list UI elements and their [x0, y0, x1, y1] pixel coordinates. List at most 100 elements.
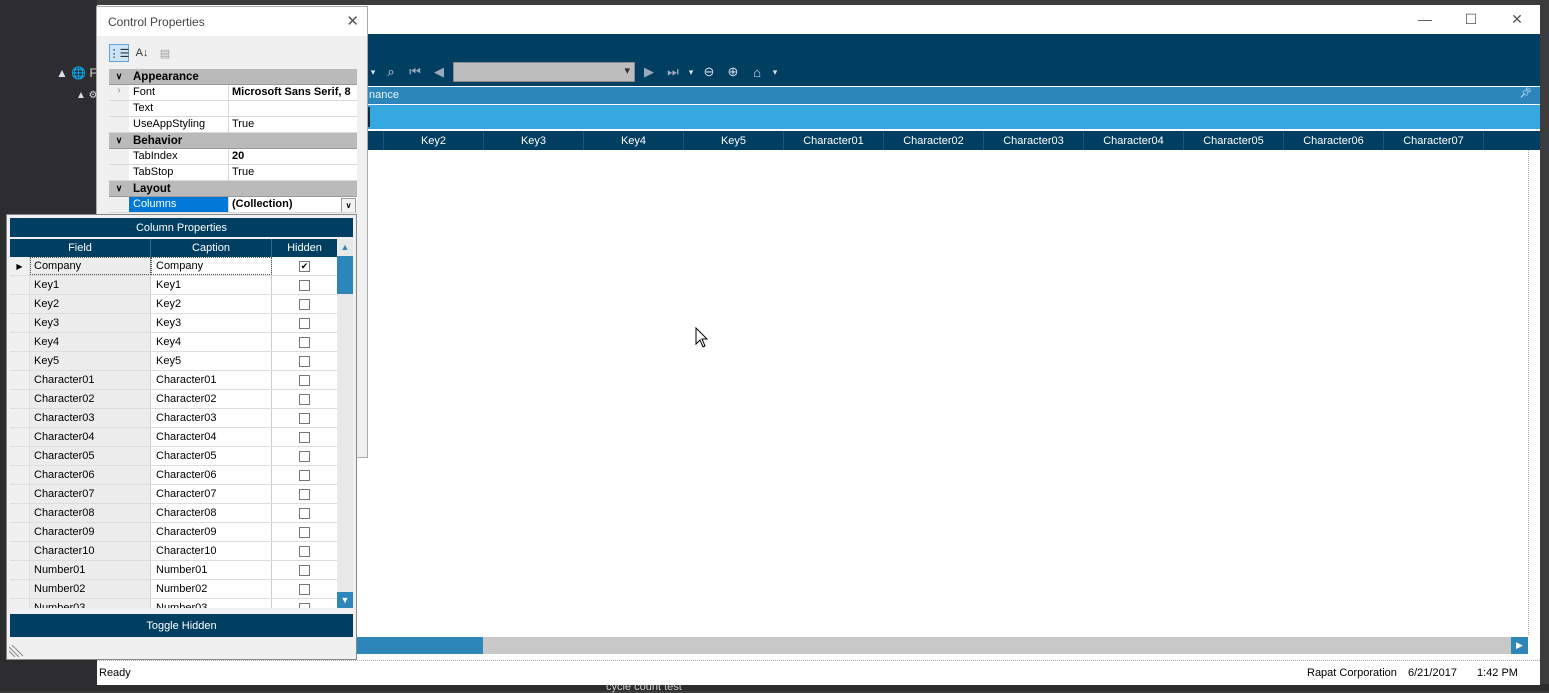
- property-value[interactable]: 20: [229, 149, 357, 164]
- field-cell[interactable]: Character03: [30, 409, 151, 427]
- hidden-checkbox[interactable]: [299, 355, 310, 367]
- caption-cell[interactable]: Character07: [151, 485, 272, 503]
- field-cell[interactable]: Number01: [30, 561, 151, 579]
- property-row[interactable]: TabIndex 20: [109, 149, 357, 165]
- field-cell[interactable]: Key1: [30, 276, 151, 294]
- scroll-down-icon[interactable]: ▼: [337, 592, 353, 608]
- home-icon[interactable]: ⌂: [747, 62, 767, 82]
- row-selector[interactable]: [10, 314, 30, 332]
- column-row[interactable]: Character04 Character04: [10, 428, 337, 447]
- column-row[interactable]: Key4 Key4: [10, 333, 337, 352]
- field-cell[interactable]: Character09: [30, 523, 151, 541]
- column-row[interactable]: Number02 Number02: [10, 580, 337, 599]
- field-cell[interactable]: Character04: [30, 428, 151, 446]
- property-category[interactable]: ∨ Behavior: [109, 133, 357, 149]
- grid-column-header[interactable]: Character05: [1184, 131, 1284, 150]
- dropdown-arrow-icon[interactable]: ▾: [369, 62, 377, 82]
- field-cell[interactable]: Number02: [30, 580, 151, 598]
- hidden-checkbox[interactable]: [299, 431, 310, 443]
- caption-cell[interactable]: Number03: [151, 599, 272, 608]
- caption-cell[interactable]: Character02: [151, 390, 272, 408]
- close-icon[interactable]: ✕: [346, 12, 359, 30]
- field-cell[interactable]: Character06: [30, 466, 151, 484]
- grid-column-header[interactable]: Character02: [884, 131, 984, 150]
- sort-alphabetical-icon[interactable]: A↓: [132, 44, 152, 62]
- row-selector[interactable]: [10, 504, 30, 522]
- caption-cell[interactable]: Key1: [151, 276, 272, 294]
- column-row[interactable]: Character02 Character02: [10, 390, 337, 409]
- field-cell[interactable]: Character01: [30, 371, 151, 389]
- hidden-checkbox[interactable]: [299, 602, 310, 608]
- resize-grip-icon[interactable]: [9, 645, 23, 657]
- ide-tree-item[interactable]: ▲ 🌐 F: [56, 66, 97, 80]
- previous-record-icon[interactable]: ◀: [429, 62, 449, 82]
- caption-cell[interactable]: Character09: [151, 523, 272, 541]
- caption-cell[interactable]: Character06: [151, 466, 272, 484]
- column-row[interactable]: Number03 Number03: [10, 599, 337, 608]
- hidden-checkbox[interactable]: [299, 507, 310, 519]
- caption-cell[interactable]: Key4: [151, 333, 272, 351]
- grid-column-header[interactable]: Key4: [584, 131, 684, 150]
- row-selector[interactable]: [10, 352, 30, 370]
- hidden-checkbox[interactable]: [299, 564, 310, 576]
- field-cell[interactable]: Character02: [30, 390, 151, 408]
- row-selector[interactable]: [10, 447, 30, 465]
- property-pages-icon[interactable]: ▤: [155, 44, 175, 62]
- hidden-checkbox[interactable]: [299, 583, 310, 595]
- dropdown-arrow-icon[interactable]: ▾: [771, 62, 779, 82]
- property-category[interactable]: ∨ Appearance: [109, 69, 357, 85]
- hidden-checkbox[interactable]: [299, 317, 310, 329]
- grid-column-header[interactable]: Key5: [684, 131, 784, 150]
- last-record-icon[interactable]: ⏭: [663, 62, 683, 82]
- field-cell[interactable]: Key4: [30, 333, 151, 351]
- hidden-checkbox[interactable]: [299, 488, 310, 500]
- caption-cell[interactable]: Number02: [151, 580, 272, 598]
- next-record-icon[interactable]: ▶: [639, 62, 659, 82]
- minimize-icon[interactable]: —: [1402, 5, 1448, 33]
- column-row[interactable]: Character08 Character08: [10, 504, 337, 523]
- scroll-right-icon[interactable]: ▶: [1511, 637, 1528, 654]
- hidden-checkbox[interactable]: [299, 374, 310, 386]
- row-selector[interactable]: [10, 561, 30, 579]
- row-selector[interactable]: [10, 466, 30, 484]
- column-row[interactable]: ▶ Company Company ✔: [10, 257, 337, 276]
- expand-icon[interactable]: ›: [109, 85, 129, 100]
- caption-cell[interactable]: Company: [151, 257, 272, 275]
- caption-cell[interactable]: Character04: [151, 428, 272, 446]
- pin-icon[interactable]: 📌︎: [1519, 88, 1532, 99]
- row-selector[interactable]: [10, 542, 30, 560]
- grid-column-header[interactable]: Character07: [1384, 131, 1484, 150]
- field-cell[interactable]: Key2: [30, 295, 151, 313]
- hidden-checkbox[interactable]: [299, 279, 310, 291]
- grid-column-header[interactable]: Character04: [1084, 131, 1184, 150]
- column-row[interactable]: Character09 Character09: [10, 523, 337, 542]
- column-row[interactable]: Key5 Key5: [10, 352, 337, 371]
- field-cell[interactable]: Key3: [30, 314, 151, 332]
- property-row[interactable]: Text: [109, 101, 357, 117]
- row-selector[interactable]: [10, 371, 30, 389]
- row-selector[interactable]: [10, 523, 30, 541]
- scroll-up-icon[interactable]: ▲: [337, 239, 353, 255]
- collapse-icon[interactable]: ∨: [109, 183, 129, 194]
- collapse-icon[interactable]: ∨: [109, 71, 129, 82]
- record-selector-combo[interactable]: [453, 62, 635, 82]
- property-row-selected[interactable]: Columns (Collection) ∨: [109, 197, 357, 213]
- row-selector[interactable]: [10, 390, 30, 408]
- row-selector[interactable]: [10, 276, 30, 294]
- field-cell[interactable]: Character10: [30, 542, 151, 560]
- caption-cell[interactable]: Character05: [151, 447, 272, 465]
- row-selector[interactable]: [10, 409, 30, 427]
- field-cell[interactable]: Number03: [30, 599, 151, 608]
- categorized-icon[interactable]: ⋮☰: [109, 44, 129, 62]
- row-selector[interactable]: [10, 485, 30, 503]
- caption-cell[interactable]: Key5: [151, 352, 272, 370]
- field-cell[interactable]: Character05: [30, 447, 151, 465]
- column-row[interactable]: Character05 Character05: [10, 447, 337, 466]
- forward-icon[interactable]: ⊕: [723, 62, 743, 82]
- caption-cell[interactable]: Character08: [151, 504, 272, 522]
- caption-cell[interactable]: Character10: [151, 542, 272, 560]
- hidden-checkbox[interactable]: [299, 393, 310, 405]
- grid-column-header[interactable]: Key2: [384, 131, 484, 150]
- hidden-checkbox[interactable]: ✔: [299, 260, 310, 272]
- hidden-checkbox[interactable]: [299, 412, 310, 424]
